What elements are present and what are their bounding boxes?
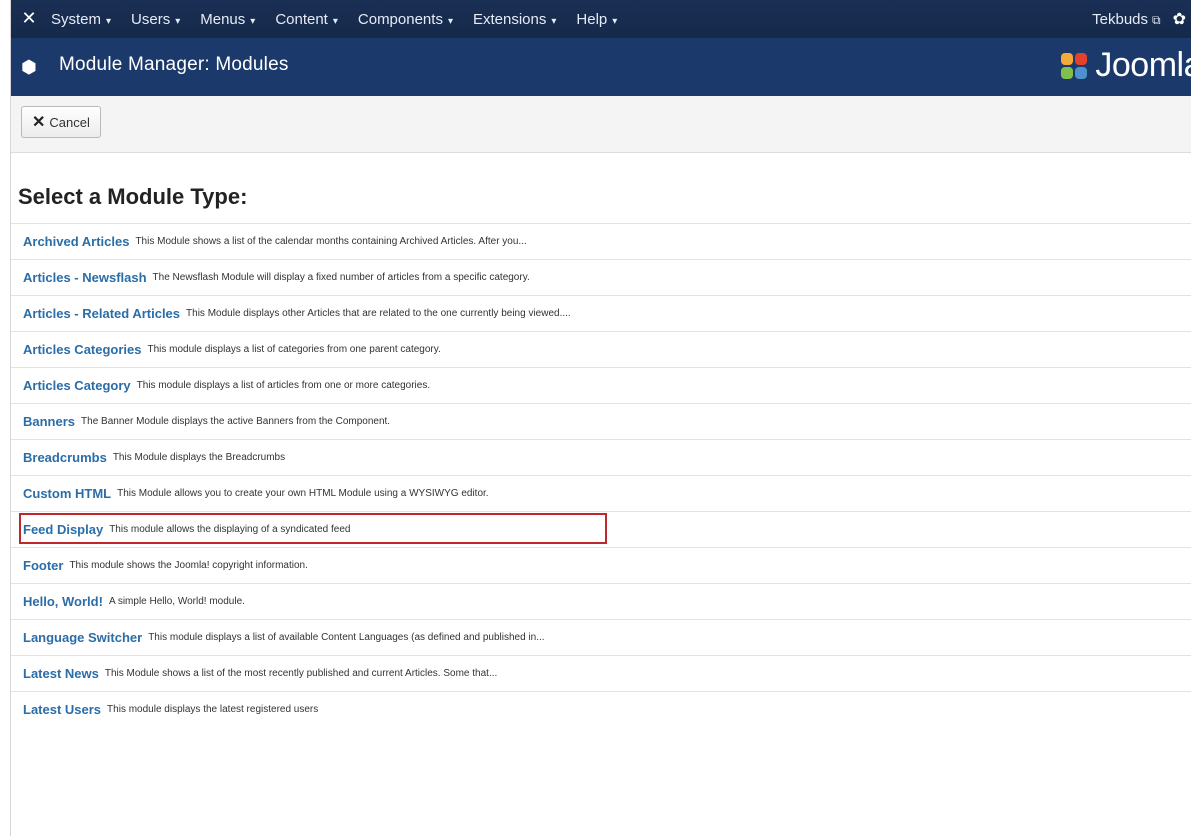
menu-components-label: Components bbox=[357, 10, 443, 28]
module-type-link[interactable]: Custom HTML bbox=[23, 486, 111, 501]
module-type-link[interactable]: Footer bbox=[23, 558, 63, 573]
close-icon: ✕ bbox=[32, 114, 46, 131]
menu-help[interactable]: Help ▾ bbox=[576, 11, 617, 28]
cancel-label: Cancel bbox=[49, 114, 90, 130]
menu-menus[interactable]: Menus ▾ bbox=[200, 11, 255, 28]
admin-window: ✕ System ▾ Users ▾ Menus ▾ Content ▾ Compone… bbox=[10, 0, 1191, 836]
menu-system[interactable]: System ▾ bbox=[51, 11, 111, 28]
caret-down-icon: ▾ bbox=[106, 15, 112, 27]
module-type-item: Footer This module shows the Joomla! copy… bbox=[11, 547, 1191, 583]
menu-content-label: Content bbox=[275, 10, 328, 28]
menu-content[interactable]: Content ▾ bbox=[275, 11, 338, 28]
module-type-link[interactable]: Articles Categories bbox=[23, 342, 142, 357]
module-type-description: The Banner Module displays the active Ba… bbox=[81, 416, 391, 427]
cube-icon: ⬢ bbox=[21, 57, 37, 77]
module-type-item: Latest Users This module displays the lat… bbox=[11, 691, 1191, 727]
module-type-description: This module displays the latest register… bbox=[107, 704, 319, 715]
module-type-item: Articles Category This module displays a … bbox=[11, 367, 1191, 403]
module-type-link[interactable]: Feed Display bbox=[23, 522, 103, 537]
module-type-link[interactable]: Hello, World! bbox=[23, 594, 103, 609]
page-header: ⬢ Module Manager: Modules Joomla bbox=[11, 38, 1191, 96]
module-type-link[interactable]: Banners bbox=[23, 414, 75, 429]
joomla-logo-icon bbox=[1061, 52, 1088, 79]
gear-icon[interactable]: ✿ bbox=[1173, 9, 1186, 29]
caret-down-icon: ▾ bbox=[612, 15, 618, 27]
menu-components[interactable]: Components ▾ bbox=[358, 11, 453, 28]
joomla-x-icon[interactable]: ✕ bbox=[19, 8, 39, 28]
menu-system-label: System bbox=[51, 10, 102, 28]
module-type-link[interactable]: Latest News bbox=[23, 666, 99, 681]
caret-down-icon: ▾ bbox=[332, 15, 338, 27]
toolbar: ✕ Cancel bbox=[11, 96, 1191, 153]
external-link-icon: ⧉ bbox=[1152, 12, 1161, 27]
brand-wordmark: Joomla bbox=[1095, 46, 1191, 84]
module-type-link[interactable]: Articles - Newsflash bbox=[23, 270, 147, 285]
module-type-item: Feed Display This module allows the displ… bbox=[11, 511, 1191, 547]
caret-down-icon: ▾ bbox=[447, 15, 453, 27]
module-type-item: Hello, World! A simple Hello, World! modu… bbox=[11, 583, 1191, 619]
menu-users-label: Users bbox=[131, 10, 171, 28]
page-title: Module Manager: Modules bbox=[59, 54, 289, 75]
joomla-brand: Joomla bbox=[1059, 46, 1191, 85]
caret-down-icon: ▾ bbox=[551, 15, 557, 27]
module-type-link[interactable]: Archived Articles bbox=[23, 234, 129, 249]
main-menu: System ▾ Users ▾ Menus ▾ Content ▾ Component… bbox=[51, 0, 637, 38]
site-link[interactable]: Tekbuds ⧉ bbox=[1092, 11, 1160, 28]
cancel-button[interactable]: ✕ Cancel bbox=[21, 106, 101, 138]
module-type-description: The Newsflash Module will display a fixe… bbox=[152, 272, 530, 283]
module-type-link[interactable]: Latest Users bbox=[23, 702, 101, 717]
module-type-item: Articles - Related Articles This Module d… bbox=[11, 295, 1191, 331]
module-type-description: This Module shows a list of the calendar… bbox=[135, 236, 527, 247]
navbar-right: Tekbuds ⧉ ✿ bbox=[1092, 0, 1186, 38]
module-type-link[interactable]: Language Switcher bbox=[23, 630, 142, 645]
module-type-description: A simple Hello, World! module. bbox=[108, 596, 245, 607]
module-type-item: Breadcrumbs This Module displays the Brea… bbox=[11, 439, 1191, 475]
module-type-item: Articles Categories This module displays … bbox=[11, 331, 1191, 367]
module-type-item: Custom HTML This Module allows you to cre… bbox=[11, 475, 1191, 511]
module-type-description: This module displays a list of categorie… bbox=[147, 344, 441, 355]
module-type-item: Language Switcher This module displays a … bbox=[11, 619, 1191, 655]
module-type-link[interactable]: Articles - Related Articles bbox=[23, 306, 180, 321]
section-heading: Select a Module Type: bbox=[18, 184, 248, 209]
module-type-link[interactable]: Articles Category bbox=[23, 378, 131, 393]
menu-menus-label: Menus bbox=[200, 10, 246, 28]
module-type-item: Latest News This Module shows a list of t… bbox=[11, 655, 1191, 691]
module-type-description: This module shows the Joomla! copyright … bbox=[69, 560, 308, 571]
module-type-description: This module displays a list of available… bbox=[148, 632, 545, 643]
module-type-description: This Module shows a list of the most rec… bbox=[104, 668, 498, 679]
module-type-item: Archived Articles This Module shows a lis… bbox=[11, 223, 1191, 259]
menu-help-label: Help bbox=[576, 10, 608, 28]
module-type-item: Articles - Newsflash The Newsflash Module… bbox=[11, 259, 1191, 295]
site-name: Tekbuds bbox=[1092, 10, 1149, 28]
module-type-description: This Module displays the Breadcrumbs bbox=[112, 452, 286, 463]
module-type-description: This module displays a list of articles … bbox=[136, 380, 431, 391]
module-type-item: Banners The Banner Module displays the ac… bbox=[11, 403, 1191, 439]
menu-users[interactable]: Users ▾ bbox=[131, 11, 180, 28]
module-type-list: Archived Articles This Module shows a lis… bbox=[11, 223, 1191, 727]
top-navbar: ✕ System ▾ Users ▾ Menus ▾ Content ▾ Compone… bbox=[11, 0, 1191, 38]
caret-down-icon: ▾ bbox=[250, 15, 256, 27]
module-type-link[interactable]: Breadcrumbs bbox=[23, 450, 107, 465]
module-type-description: This Module displays other Articles that… bbox=[186, 308, 571, 319]
module-type-description: This Module allows you to create your ow… bbox=[117, 488, 489, 499]
module-type-description: This module allows the displaying of a s… bbox=[109, 524, 351, 535]
menu-extensions-label: Extensions bbox=[472, 10, 547, 28]
menu-extensions[interactable]: Extensions ▾ bbox=[473, 11, 556, 28]
caret-down-icon: ▾ bbox=[175, 15, 181, 27]
